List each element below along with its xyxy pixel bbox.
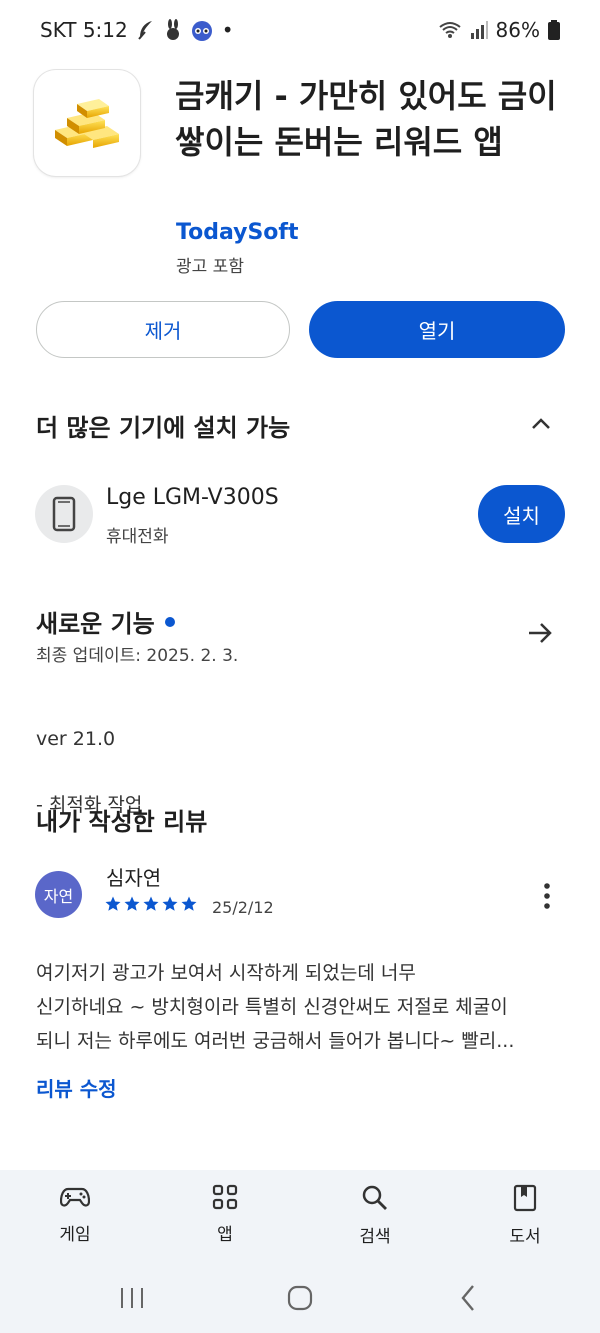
avatar: 자연: [35, 871, 82, 918]
nav-games-label: 게임: [59, 1225, 91, 1245]
wifi-icon: [438, 20, 462, 40]
battery-percent: 86%: [495, 18, 540, 42]
more-options-icon[interactable]: [537, 881, 557, 911]
rabbit-icon: [164, 19, 182, 41]
arrow-right-icon[interactable]: [525, 618, 555, 648]
more-devices-title: 더 많은 기기에 설치 가능: [36, 414, 291, 442]
app-icon: [34, 70, 140, 176]
nav-search[interactable]: 검색: [330, 1184, 420, 1247]
whats-new-header[interactable]: 새로운 기능: [36, 604, 175, 639]
new-indicator-dot: [164, 616, 175, 627]
signal-icon: [470, 21, 488, 39]
recent-apps-icon[interactable]: [118, 1285, 146, 1311]
remove-button[interactable]: 제거: [36, 301, 290, 358]
app-title: 금캐기 - 가만히 있어도 금이 쌓이는 돈버는 리워드 앱: [175, 77, 557, 161]
gamepad-icon: [60, 1187, 90, 1207]
home-icon[interactable]: [286, 1284, 314, 1312]
search-icon: [362, 1185, 387, 1210]
review-text-line: 신기하네요 ~ 방치형이라 특별히 신경안써도 저절로 체굴이: [36, 996, 508, 1018]
status-dot: •: [221, 18, 234, 42]
review-text: 여기저기 광고가 보여서 시작하게 되었는데 너무 신기하네요 ~ 방치형이라 …: [36, 956, 566, 1058]
book-icon: [513, 1184, 537, 1212]
nav-apps[interactable]: 앱: [180, 1184, 270, 1245]
raccoon-icon: [190, 19, 214, 41]
device-icon-circle: [35, 485, 93, 543]
star-icon: [181, 896, 197, 911]
back-icon[interactable]: [458, 1283, 480, 1313]
nav-games[interactable]: 게임: [30, 1184, 120, 1245]
status-bar: SKT 5:12 • 86%: [0, 0, 600, 60]
gold-bars-icon: [55, 99, 119, 148]
chevron-up-icon[interactable]: [527, 410, 555, 438]
reviewer-name: 심자연: [106, 866, 162, 890]
star-rating: [104, 895, 198, 913]
star-icon: [143, 896, 159, 911]
star-icon: [162, 896, 178, 911]
system-navigation-bar: [0, 1265, 600, 1333]
install-button[interactable]: 설치: [478, 485, 565, 543]
my-review-title: 내가 작성한 리뷰: [36, 808, 208, 836]
apps-grid-icon: [212, 1184, 238, 1210]
carrier-time: SKT 5:12: [40, 18, 128, 42]
device-name: Lge LGM-V300S: [106, 485, 279, 510]
nav-search-label: 검색: [359, 1227, 391, 1247]
open-button[interactable]: 열기: [309, 301, 565, 358]
review-date: 25/2/12: [212, 898, 274, 917]
contains-ads-label: 광고 포함: [176, 257, 244, 277]
device-type: 휴대전화: [106, 527, 169, 547]
review-text-line: 여기저기 광고가 보여서 시작하게 되었는데 너무: [36, 962, 416, 984]
whats-new-title: 새로운 기능: [36, 610, 155, 638]
nav-books[interactable]: 도서: [480, 1184, 570, 1247]
release-notes-line: ver 21.0: [36, 728, 116, 750]
battery-icon: [548, 20, 560, 40]
nav-apps-label: 앱: [217, 1225, 233, 1245]
star-icon: [105, 896, 121, 911]
last-updated: 최종 업데이트: 2025. 2. 3.: [36, 646, 239, 666]
bottom-navigation: 게임 앱 검색 도서: [0, 1170, 600, 1265]
edit-review-link[interactable]: 리뷰 수정: [36, 1073, 117, 1102]
star-icon: [124, 896, 140, 911]
developer-link[interactable]: TodaySoft: [176, 220, 299, 245]
nav-books-label: 도서: [509, 1227, 541, 1247]
feather-icon: [136, 19, 156, 41]
phone-icon: [52, 496, 76, 532]
review-text-line: 되니 저는 하루에도 여러번 궁금해서 들어가 봅니다~ 빨리...: [36, 1030, 515, 1052]
